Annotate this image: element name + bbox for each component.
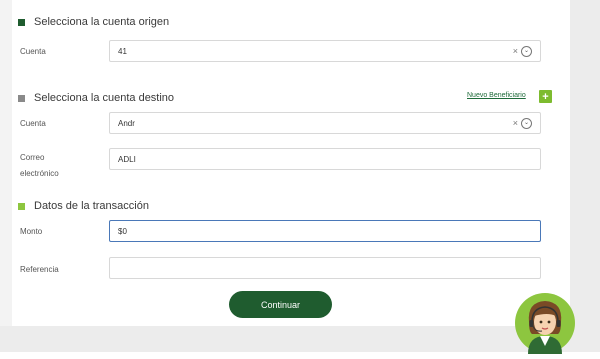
amount-label: Monto (20, 227, 43, 236)
continue-button[interactable]: Continuar (229, 291, 332, 318)
reference-label: Referencia (20, 265, 59, 274)
section-marker-icon (18, 94, 25, 102)
email-label: Correo electrónico (20, 152, 59, 180)
bottom-background (0, 326, 600, 352)
destination-section-title: Selecciona la cuenta destino (18, 92, 174, 104)
chevron-down-icon[interactable]: ⌄ (521, 45, 532, 57)
destination-account-label: Cuenta (20, 119, 46, 128)
transfer-form: Selecciona la cuenta origen Cuenta 41 × … (12, 0, 570, 326)
left-background (0, 0, 12, 352)
transaction-title-text: Datos de la transacción (34, 200, 149, 212)
origin-account-select[interactable]: 41 × ⌄ (109, 40, 541, 62)
origin-account-value: 41 (118, 46, 127, 56)
email-label-line1: Correo (20, 153, 45, 162)
destination-account-value: Andr (118, 118, 135, 128)
clear-icon[interactable]: × (513, 118, 518, 128)
origin-account-label: Cuenta (20, 47, 46, 56)
add-beneficiary-button[interactable]: + (539, 90, 552, 103)
email-value: ADLI (118, 154, 136, 164)
section-marker-icon (18, 202, 25, 210)
reference-field[interactable] (109, 257, 541, 279)
destination-title-text: Selecciona la cuenta destino (34, 92, 175, 104)
assistant-avatar[interactable] (514, 292, 576, 354)
destination-account-select[interactable]: Andr × ⌄ (109, 112, 541, 134)
chevron-down-icon[interactable]: ⌄ (521, 117, 532, 129)
origin-title-text: Selecciona la cuenta origen (34, 16, 170, 28)
clear-icon[interactable]: × (513, 46, 518, 56)
transaction-section-title: Datos de la transacción (18, 200, 149, 212)
assistant-avatar-icon (515, 293, 575, 354)
email-label-line2: electrónico (20, 169, 59, 178)
amount-field[interactable]: $0 (109, 220, 541, 242)
email-field[interactable]: ADLI (109, 148, 541, 170)
new-beneficiary-link[interactable]: Nuevo Beneficiario (467, 92, 526, 99)
section-marker-icon (18, 18, 25, 26)
amount-value: $0 (118, 226, 127, 236)
origin-section-title: Selecciona la cuenta origen (18, 16, 169, 28)
